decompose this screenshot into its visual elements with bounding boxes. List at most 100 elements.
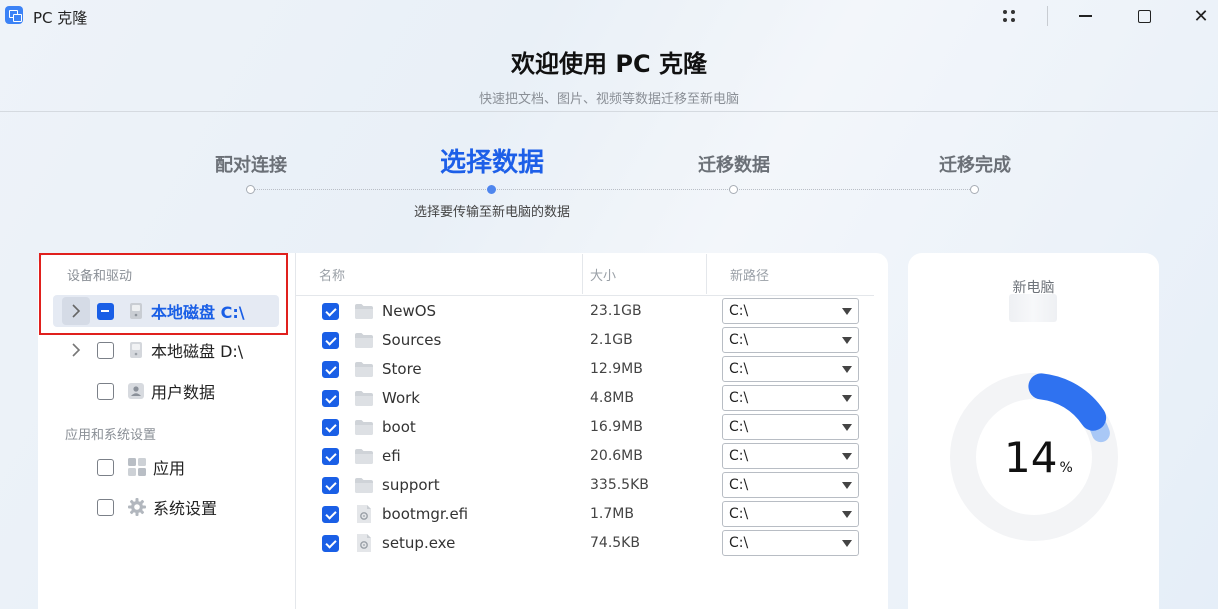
usage-percent: 14% [1004, 433, 1073, 482]
new-path-select[interactable]: C:\ [722, 298, 859, 324]
user-data-checkbox[interactable] [97, 382, 114, 400]
dropdown-arrow-icon [842, 511, 852, 518]
column-divider [582, 254, 583, 294]
apps-checkbox[interactable] [97, 458, 114, 476]
system-settings-checkbox[interactable] [97, 498, 114, 516]
table-row[interactable]: boot 16.9MB C:\ [296, 413, 874, 442]
titlebar-divider [1047, 6, 1048, 26]
minimize-button[interactable] [1062, 0, 1108, 32]
user-data-label: 用户数据 [151, 383, 216, 402]
row-checkbox[interactable] [322, 361, 339, 378]
new-path-value: C:\ [729, 390, 749, 406]
dropdown-arrow-icon [842, 482, 852, 489]
maximize-button[interactable] [1121, 0, 1167, 32]
file-name: Work [382, 389, 420, 407]
apps-label: 应用 [153, 459, 186, 478]
apps-icon [128, 458, 146, 476]
new-path-value: C:\ [729, 448, 749, 464]
column-divider [706, 254, 707, 294]
highlight-box [39, 253, 288, 335]
column-header-new-path[interactable]: 新路径 [730, 265, 769, 284]
dropdown-arrow-icon [842, 308, 852, 315]
table-row[interactable]: Work 4.8MB C:\ [296, 384, 874, 413]
new-path-select[interactable]: C:\ [722, 530, 859, 556]
expand-toggle[interactable] [62, 336, 90, 364]
table-row[interactable]: NewOS 23.1GB C:\ [296, 297, 874, 326]
new-path-select[interactable]: C:\ [722, 356, 859, 382]
new-path-select[interactable]: C:\ [722, 385, 859, 411]
app-logo-icon [5, 6, 23, 24]
step-dot-1 [246, 185, 255, 194]
gauge-progress-arc [1028, 373, 1107, 431]
maximize-icon [1137, 9, 1151, 23]
file-name: boot [382, 418, 416, 436]
column-header-size[interactable]: 大小 [590, 265, 616, 284]
step-migrate-data: 迁移数据 [698, 155, 770, 176]
step-dot-2-active [487, 185, 496, 194]
tree-item-user-data[interactable]: 用户数据 [53, 375, 279, 407]
table-row[interactable]: Sources 2.1GB C:\ [296, 326, 874, 355]
new-path-value: C:\ [729, 419, 749, 435]
new-path-select[interactable]: C:\ [722, 443, 859, 469]
file-name: support [382, 476, 440, 494]
tree-item-apps[interactable]: 应用 [53, 451, 279, 483]
new-path-select[interactable]: C:\ [722, 414, 859, 440]
dropdown-arrow-icon [842, 424, 852, 431]
gear-icon [128, 498, 146, 516]
row-checkbox[interactable] [322, 448, 339, 465]
page-title: 欢迎使用 PC 克隆 [511, 50, 707, 78]
folder-icon [355, 449, 373, 464]
step-description: 选择要传输至新电脑的数据 [413, 205, 570, 220]
more-options-button[interactable] [986, 0, 1032, 32]
tree-item-drive-d[interactable]: 本地磁盘 D:\ [53, 334, 279, 366]
file-size: 335.5KB [590, 477, 649, 493]
row-checkbox[interactable] [322, 332, 339, 349]
folder-icon [355, 420, 373, 435]
dropdown-arrow-icon [842, 453, 852, 460]
column-header-name[interactable]: 名称 [319, 265, 345, 284]
new-path-value: C:\ [729, 303, 749, 319]
grid-dots-icon [1003, 10, 1015, 22]
file-name: NewOS [382, 302, 437, 320]
folder-icon [355, 391, 373, 406]
new-path-select[interactable]: C:\ [722, 501, 859, 527]
file-size: 16.9MB [590, 419, 643, 435]
usage-percent-value: 14 [1004, 433, 1058, 482]
file-icon [357, 505, 371, 523]
table-row[interactable]: setup.exe 74.5KB C:\ [296, 529, 874, 558]
file-name: Store [382, 360, 422, 378]
row-checkbox[interactable] [322, 303, 339, 320]
step-migrate-complete: 迁移完成 [939, 155, 1011, 176]
row-checkbox[interactable] [322, 419, 339, 436]
table-row[interactable]: bootmgr.efi 1.7MB C:\ [296, 500, 874, 529]
user-icon [128, 383, 144, 399]
table-row[interactable]: Store 12.9MB C:\ [296, 355, 874, 384]
table-row[interactable]: support 335.5KB C:\ [296, 471, 874, 500]
new-path-select[interactable]: C:\ [722, 327, 859, 353]
stepper-track [252, 189, 976, 190]
row-checkbox[interactable] [322, 390, 339, 407]
file-size: 1.7MB [590, 506, 634, 522]
row-checkbox[interactable] [322, 506, 339, 523]
section-apps-label: 应用和系统设置 [65, 428, 157, 443]
dropdown-arrow-icon [842, 366, 852, 373]
header-divider [0, 111, 1218, 112]
close-button[interactable]: ✕ [1178, 0, 1218, 32]
new-path-select[interactable]: C:\ [722, 472, 859, 498]
minimize-icon [1078, 15, 1092, 17]
table-row[interactable]: efi 20.6MB C:\ [296, 442, 874, 471]
row-checkbox[interactable] [322, 535, 339, 552]
file-size: 12.9MB [590, 361, 643, 377]
file-size: 23.1GB [590, 303, 642, 319]
new-path-value: C:\ [729, 506, 749, 522]
drive-d-label: 本地磁盘 D:\ [151, 342, 244, 361]
file-size: 74.5KB [590, 535, 640, 551]
dropdown-arrow-icon [842, 540, 852, 547]
row-checkbox[interactable] [322, 477, 339, 494]
step-pair-connect: 配对连接 [215, 155, 287, 176]
title-bar: PC 克隆 ✕ [0, 0, 1218, 32]
drive-d-checkbox[interactable] [97, 341, 114, 359]
new-path-value: C:\ [729, 535, 749, 551]
dropdown-arrow-icon [842, 395, 852, 402]
tree-item-system-settings[interactable]: 系统设置 [53, 491, 279, 523]
